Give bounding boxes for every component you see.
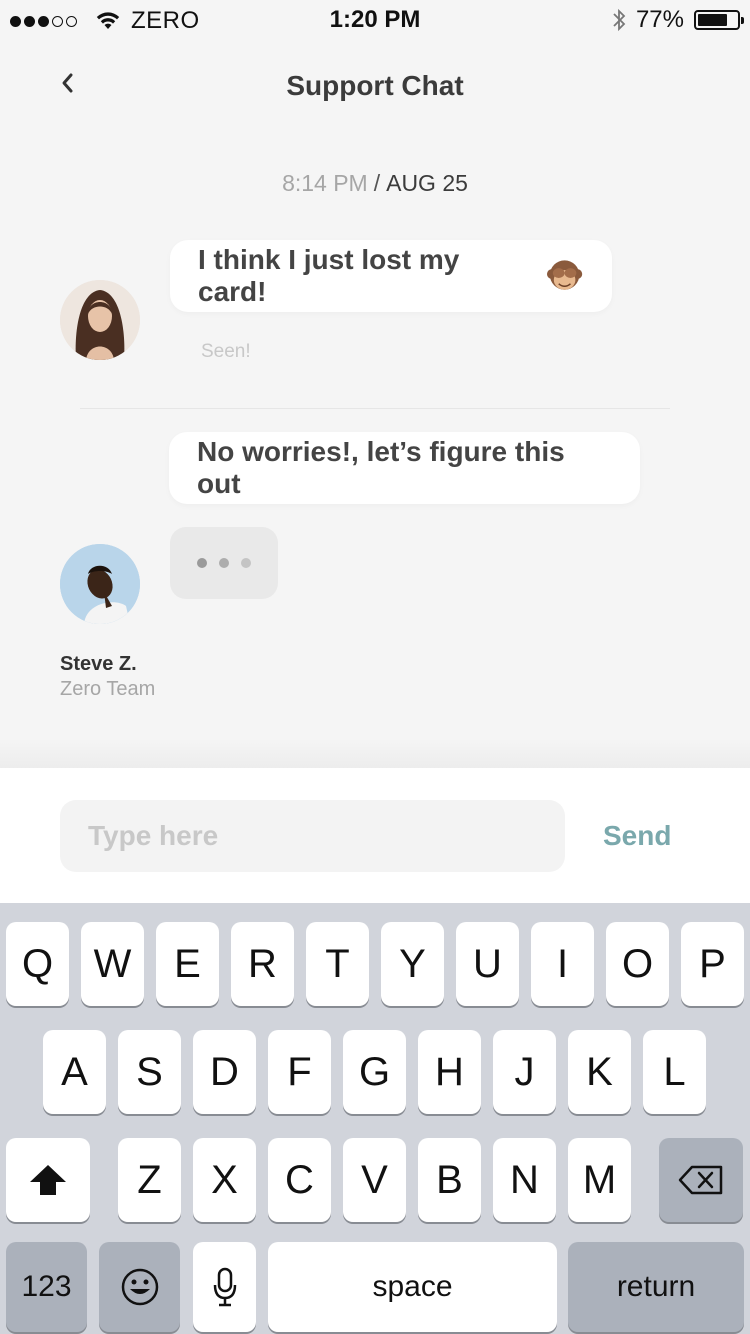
key-j[interactable]: J	[493, 1030, 556, 1114]
return-key[interactable]: return	[568, 1242, 744, 1332]
send-button[interactable]: Send	[603, 820, 671, 852]
composer-shadow	[0, 738, 750, 768]
shift-icon	[30, 1165, 66, 1195]
key-z[interactable]: Z	[118, 1138, 181, 1222]
emoji-icon	[121, 1268, 158, 1306]
key-w[interactable]: W	[81, 922, 144, 1006]
space-key[interactable]: space	[268, 1242, 557, 1332]
key-s[interactable]: S	[118, 1030, 181, 1114]
backspace-key[interactable]	[659, 1138, 743, 1222]
agent-name: Steve Z.	[60, 653, 137, 675]
key-m[interactable]: M	[568, 1138, 631, 1222]
agent-avatar-image	[60, 544, 140, 624]
backspace-icon	[678, 1165, 723, 1195]
key-k[interactable]: K	[568, 1030, 631, 1114]
see-no-evil-monkey-icon	[546, 260, 583, 290]
message-bubble[interactable]: I think I just lost my card!	[170, 240, 612, 312]
divider	[80, 408, 670, 409]
keyboard: Q W E R T Y U I O P A S D F G H J K L Z …	[0, 903, 750, 1334]
key-p[interactable]: P	[681, 922, 744, 1006]
battery-icon	[694, 10, 744, 30]
timestamp-date: AUG 25	[386, 170, 468, 196]
numbers-key[interactable]: 123	[6, 1242, 87, 1332]
typing-dot	[219, 558, 229, 568]
key-y[interactable]: Y	[381, 922, 444, 1006]
nav-bar: Support Chat	[0, 50, 750, 122]
agent-team: Zero Team	[60, 678, 156, 700]
key-l[interactable]: L	[643, 1030, 706, 1114]
key-f[interactable]: F	[268, 1030, 331, 1114]
message-composer: Send	[0, 768, 750, 903]
message-input[interactable]	[60, 800, 565, 872]
key-x[interactable]: X	[193, 1138, 256, 1222]
agent-avatar[interactable]	[60, 544, 140, 624]
key-c[interactable]: C	[268, 1138, 331, 1222]
message-text: No worries!, let’s figure this out	[197, 436, 565, 499]
typing-dot	[197, 558, 207, 568]
key-a[interactable]: A	[43, 1030, 106, 1114]
status-right: 77%	[612, 6, 744, 34]
battery-percent: 77%	[635, 6, 684, 33]
message-bubble[interactable]: No worries!, let’s figure this out	[169, 432, 640, 504]
key-g[interactable]: G	[343, 1030, 406, 1114]
key-h[interactable]: H	[418, 1030, 481, 1114]
key-r[interactable]: R	[231, 922, 294, 1006]
key-v[interactable]: V	[343, 1138, 406, 1222]
status-bar: ZERO 1:20 PM 77%	[0, 0, 750, 40]
key-t[interactable]: T	[306, 922, 369, 1006]
user-avatar-image	[60, 280, 140, 360]
battery-fill	[698, 14, 728, 26]
microphone-key[interactable]	[193, 1242, 256, 1332]
page-title: Support Chat	[286, 70, 464, 101]
seen-status: Seen!	[201, 341, 251, 362]
emoji-key[interactable]	[99, 1242, 180, 1332]
key-b[interactable]: B	[418, 1138, 481, 1222]
bluetooth-icon	[613, 8, 626, 32]
key-o[interactable]: O	[606, 922, 669, 1006]
typing-indicator	[170, 527, 278, 599]
message-text: I think I just lost my card!	[198, 244, 460, 307]
timestamp-separator: /	[373, 170, 381, 196]
key-q[interactable]: Q	[6, 922, 69, 1006]
key-e[interactable]: E	[156, 922, 219, 1006]
microphone-icon	[213, 1267, 236, 1307]
typing-dot	[241, 558, 251, 568]
chat-timestamp: 8:14 PM / AUG 25	[0, 170, 750, 197]
key-i[interactable]: I	[531, 922, 594, 1006]
key-d[interactable]: D	[193, 1030, 256, 1114]
key-n[interactable]: N	[493, 1138, 556, 1222]
timestamp-time: 8:14 PM	[282, 170, 368, 196]
key-u[interactable]: U	[456, 922, 519, 1006]
user-avatar[interactable]	[60, 280, 140, 360]
shift-key[interactable]	[6, 1138, 90, 1222]
